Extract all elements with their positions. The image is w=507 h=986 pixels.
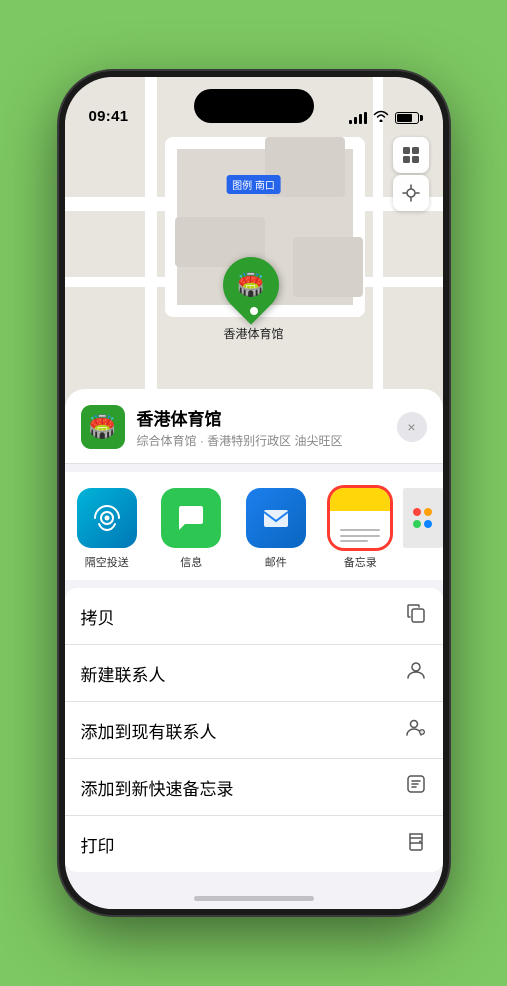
- print-icon: [405, 830, 427, 858]
- bottom-sheet: 🏟️ 香港体育馆 综合体育馆 · 香港特别行政区 油尖旺区 ×: [65, 389, 443, 909]
- venue-pin-label: 香港体育馆: [223, 325, 283, 342]
- venue-icon: 🏟️: [81, 405, 125, 449]
- phone-frame: 09:41: [59, 71, 449, 915]
- map-type-button[interactable]: [393, 137, 429, 173]
- action-copy[interactable]: 拷贝: [65, 588, 443, 645]
- action-copy-label: 拷贝: [81, 604, 115, 629]
- home-indicator: [194, 896, 314, 901]
- mail-label: 邮件: [265, 554, 287, 570]
- share-apps-row: 隔空投送 信息: [65, 472, 443, 580]
- status-icons: [349, 110, 419, 125]
- action-add-contact[interactable]: 添加到现有联系人: [65, 702, 443, 759]
- location-button[interactable]: [393, 175, 429, 211]
- new-contact-icon: [405, 659, 427, 687]
- action-add-contact-label: 添加到现有联系人: [81, 718, 217, 743]
- airdrop-icon: [77, 488, 137, 548]
- airdrop-label: 隔空投送: [85, 554, 129, 570]
- venue-info: 香港体育馆 综合体育馆 · 香港特别行政区 油尖旺区: [137, 405, 385, 449]
- close-button[interactable]: ×: [397, 412, 427, 442]
- venue-header: 🏟️ 香港体育馆 综合体育馆 · 香港特别行政区 油尖旺区 ×: [65, 389, 443, 464]
- share-app-mail[interactable]: 邮件: [234, 488, 319, 570]
- venue-pin[interactable]: 🏟️ 香港体育馆: [223, 257, 285, 342]
- share-app-notes[interactable]: 备忘录: [318, 488, 403, 570]
- quick-note-icon: [405, 773, 427, 801]
- share-app-messages[interactable]: 信息: [149, 488, 234, 570]
- phone-screen: 09:41: [65, 77, 443, 909]
- dynamic-island: [194, 89, 314, 123]
- venue-title: 香港体育馆: [137, 405, 385, 430]
- add-contact-icon: [405, 716, 427, 744]
- action-list: 拷贝 新建联系人: [65, 588, 443, 872]
- notes-icon: [330, 488, 390, 548]
- action-new-contact-label: 新建联系人: [81, 661, 166, 686]
- signal-icon: [349, 112, 367, 124]
- action-quick-note-label: 添加到新快速备忘录: [81, 775, 234, 800]
- pin-icon: 🏟️: [237, 272, 264, 298]
- battery-icon: [395, 112, 419, 124]
- action-quick-note[interactable]: 添加到新快速备忘录: [65, 759, 443, 816]
- action-print-label: 打印: [81, 832, 115, 857]
- share-app-more[interactable]: [403, 488, 443, 570]
- venue-icon-emoji: 🏟️: [89, 414, 116, 440]
- action-new-contact[interactable]: 新建联系人: [65, 645, 443, 702]
- notes-label: 备忘录: [344, 554, 377, 570]
- venue-subtitle: 综合体育馆 · 香港特别行政区 油尖旺区: [137, 432, 385, 449]
- copy-icon: [405, 602, 427, 630]
- wifi-icon: [373, 110, 389, 125]
- messages-icon: [161, 488, 221, 548]
- action-print[interactable]: 打印: [65, 816, 443, 872]
- status-time: 09:41: [89, 108, 129, 125]
- map-controls: [393, 137, 429, 211]
- entrance-label: 图例 南口: [226, 175, 281, 194]
- messages-label: 信息: [180, 554, 202, 570]
- more-apps-icon: [403, 488, 443, 548]
- mail-icon: [246, 488, 306, 548]
- share-app-airdrop[interactable]: 隔空投送: [65, 488, 150, 570]
